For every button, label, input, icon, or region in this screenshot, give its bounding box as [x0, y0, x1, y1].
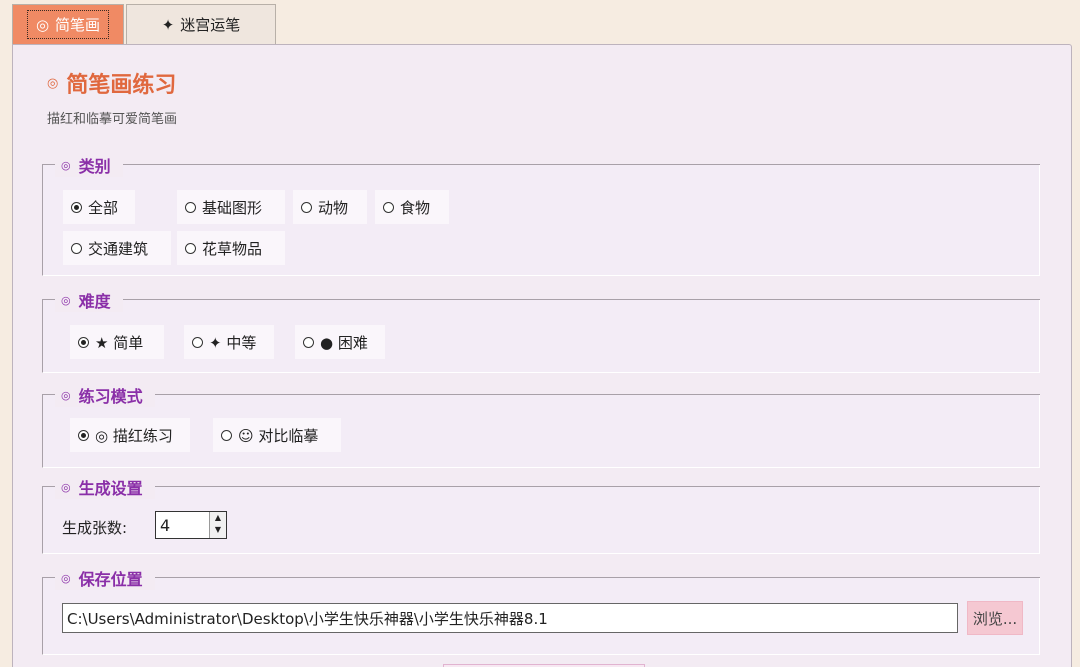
radio-label: ★ 简单 — [95, 333, 144, 352]
legend-text: 类别 — [78, 157, 111, 176]
save-path-input[interactable]: C:\Users\Administrator\Desktop\小学生快乐神器\小… — [62, 603, 958, 633]
radio-circle — [71, 242, 82, 254]
radio-circle — [185, 242, 196, 254]
radio-label: ✦ 中等 — [209, 333, 257, 352]
radio-label: 全部 — [88, 198, 119, 217]
bullet-icon: ◎ — [61, 571, 71, 585]
radio-label: 交通建筑 — [88, 239, 149, 258]
practice-mode-group: ◎ 练习模式 ◎ 描红练习 ☺ 对比临摹 — [42, 383, 1040, 468]
radio-label: ◎ 描红练习 — [95, 426, 173, 445]
radio-circle — [71, 201, 82, 213]
spin-arrows: ▲ ▼ — [209, 512, 226, 538]
radio-difficulty-hard[interactable]: ● 困难 — [295, 325, 385, 359]
target-icon: ◎ — [35, 15, 50, 34]
difficulty-legend: ◎ 难度 — [55, 288, 123, 312]
radio-circle — [192, 336, 203, 348]
app-window: ◎ 简笔画 ✦ 迷宫运笔 ◎ 简笔画练习 描红和临摹可爱简笔画 ◎ 类别 全部 — [0, 0, 1080, 667]
radio-difficulty-medium[interactable]: ✦ 中等 — [184, 325, 274, 359]
bullet-icon: ◎ — [61, 480, 71, 494]
legend-text: 生成设置 — [78, 479, 143, 498]
count-value: 4 — [160, 515, 171, 535]
count-label: 生成张数: — [62, 519, 128, 537]
page-title-text: 简笔画练习 — [66, 73, 177, 98]
spin-up-icon[interactable]: ▲ — [210, 512, 226, 524]
radio-mode-tracing[interactable]: ◎ 描红练习 — [70, 418, 190, 452]
radio-difficulty-easy[interactable]: ★ 简单 — [70, 325, 164, 359]
category-legend: ◎ 类别 — [55, 153, 123, 177]
legend-text: 保存位置 — [78, 570, 143, 589]
sparkle-icon: ✦ — [161, 15, 175, 34]
radio-category-transport[interactable]: 交通建筑 — [63, 231, 171, 265]
radio-circle — [303, 336, 314, 348]
tab-panel: ◎ 简笔画练习 描红和临摹可爱简笔画 ◎ 类别 全部 基础图形 动物 食物 交通… — [12, 44, 1072, 667]
tab-label: 迷宫运笔 — [180, 16, 241, 34]
radio-label: 食物 — [400, 198, 431, 217]
spin-down-icon[interactable]: ▼ — [210, 524, 226, 536]
radio-circle — [185, 201, 196, 213]
bullet-icon: ◎ — [61, 293, 71, 307]
tab-label: 简笔画 — [55, 16, 101, 34]
category-group: ◎ 类别 全部 基础图形 动物 食物 交通建筑 花草物品 — [42, 153, 1040, 276]
radio-circle — [383, 201, 394, 213]
count-spinbox[interactable]: 4 ▲ ▼ — [155, 511, 227, 539]
bullet-icon: ◎ — [61, 388, 71, 402]
generate-settings-group: ◎ 生成设置 生成张数: 4 ▲ ▼ — [42, 475, 1040, 554]
radio-circle — [78, 429, 89, 441]
difficulty-group: ◎ 难度 ★ 简单 ✦ 中等 ● 困难 — [42, 288, 1040, 373]
radio-category-flowers[interactable]: 花草物品 — [177, 231, 285, 265]
radio-circle — [301, 201, 312, 213]
save-location-group: ◎ 保存位置 C:\Users\Administrator\Desktop\小学… — [42, 566, 1040, 655]
target-icon: ◎ — [47, 75, 59, 91]
tab-maze[interactable]: ✦ 迷宫运笔 — [126, 4, 276, 44]
radio-category-all[interactable]: 全部 — [63, 190, 135, 224]
radio-circle — [78, 336, 89, 348]
bullet-icon: ◎ — [61, 158, 71, 172]
legend-text: 练习模式 — [78, 387, 143, 406]
page-title: ◎ 简笔画练习 — [47, 67, 176, 99]
practice-mode-legend: ◎ 练习模式 — [55, 383, 155, 407]
radio-label: 动物 — [318, 198, 349, 217]
page-subtitle: 描红和临摹可爱简笔画 — [47, 112, 178, 127]
radio-category-food[interactable]: 食物 — [375, 190, 449, 224]
radio-label: ● 困难 — [320, 333, 368, 352]
legend-text: 难度 — [78, 292, 111, 311]
radio-category-animals[interactable]: 动物 — [293, 190, 367, 224]
tab-focus-ring: ◎ 简笔画 — [26, 10, 110, 39]
radio-label: ☺ 对比临摹 — [238, 426, 319, 445]
radio-circle — [221, 429, 232, 441]
radio-label: 基础图形 — [202, 198, 263, 217]
radio-category-basic-shapes[interactable]: 基础图形 — [177, 190, 285, 224]
tab-stick-drawing[interactable]: ◎ 简笔画 — [12, 4, 124, 44]
radio-label: 花草物品 — [202, 239, 263, 258]
generate-settings-legend: ◎ 生成设置 — [55, 475, 155, 499]
radio-mode-copying[interactable]: ☺ 对比临摹 — [213, 418, 341, 452]
save-location-legend: ◎ 保存位置 — [55, 566, 155, 590]
browse-button[interactable]: 浏览... — [967, 601, 1023, 635]
